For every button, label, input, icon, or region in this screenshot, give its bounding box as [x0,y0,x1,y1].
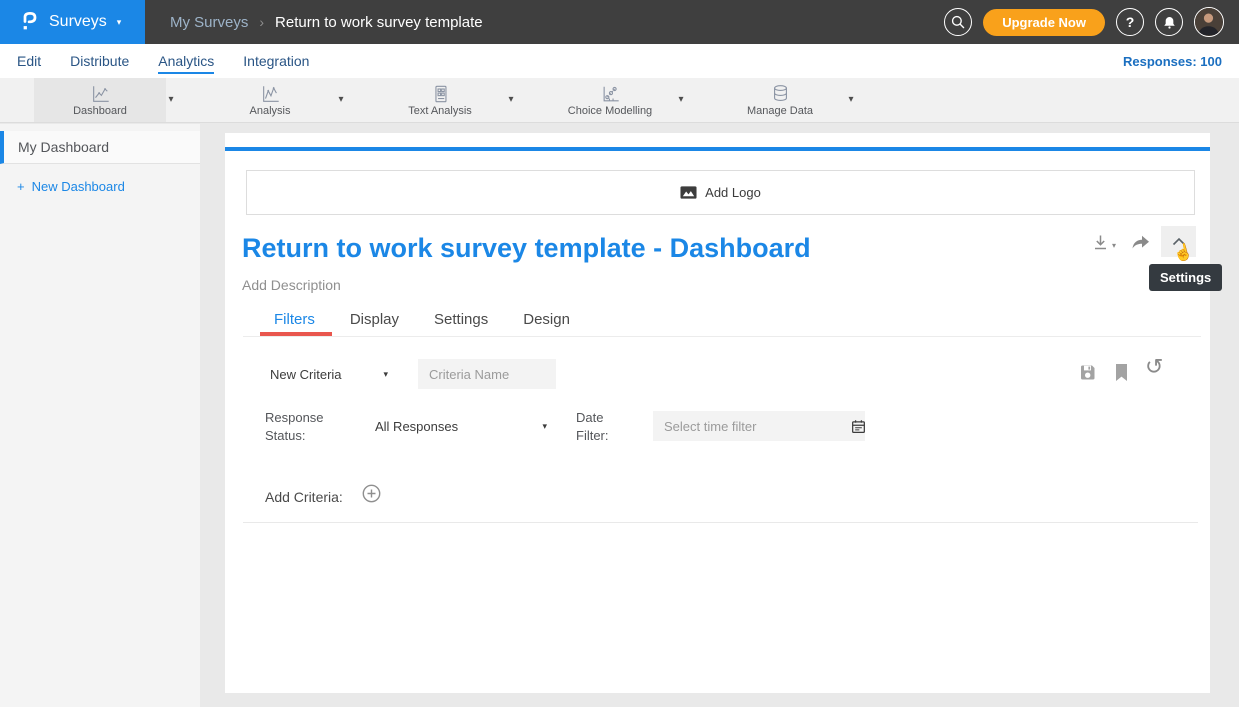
cursor-hand-icon: ☝ [1171,241,1195,265]
tab-edit[interactable]: Edit [17,48,41,74]
response-status-value: All Responses [375,419,458,434]
breadcrumb-my-surveys[interactable]: My Surveys [170,14,248,31]
toolbar-item-dashboard[interactable]: Dashboard [34,78,166,122]
sidebar-item-label: My Dashboard [18,139,109,155]
download-button[interactable]: ▾ [1091,233,1116,252]
response-status-select[interactable]: All Responses ▾ [375,411,547,441]
choice-modelling-menu-caret[interactable]: ▾ [673,90,689,110]
share-arrow-icon [1130,232,1151,251]
search-button[interactable] [944,8,972,36]
question-mark-icon: ? [1126,14,1135,30]
dashboard-chart-icon [90,84,111,104]
page-title[interactable]: Return to work survey template - Dashboa… [242,233,811,264]
toolbar-item-analysis[interactable]: Analysis [204,78,336,122]
add-criteria-label: Add Criteria: [265,488,343,506]
database-icon [770,84,791,104]
panel-accent-bar [225,147,1210,151]
product-label: Surveys [49,13,107,31]
help-button[interactable]: ? [1116,8,1144,36]
responses-count[interactable]: Responses: 100 [1123,54,1222,69]
analytics-toolbar: Dashboard ▾ Analysis ▾ Text Analysis [0,78,1239,123]
search-icon [950,14,966,30]
image-icon [680,185,697,200]
chevron-down-icon: ▾ [542,421,547,432]
tab-display[interactable]: Display [350,311,399,328]
add-logo-button[interactable]: Add Logo [246,170,1195,215]
upgrade-now-button[interactable]: Upgrade Now [983,9,1105,36]
settings-tooltip: Settings [1149,264,1222,291]
save-icon [1078,363,1097,382]
text-analysis-icon [430,84,451,104]
user-avatar[interactable] [1194,7,1224,37]
tab-integration[interactable]: Integration [243,48,309,74]
notifications-button[interactable] [1155,8,1183,36]
bookmark-icon [1114,363,1129,382]
panel-tabs: Filters Display Settings Design [242,311,570,328]
share-button[interactable] [1130,232,1151,251]
text-analysis-menu-caret[interactable]: ▾ [503,90,519,110]
section-divider [243,522,1198,523]
sidebar-item-my-dashboard[interactable]: My Dashboard [0,131,200,164]
response-status-label: Response Status: [265,409,329,445]
breadcrumb: My Surveys › Return to work survey templ… [170,14,483,31]
criteria-type-select[interactable]: New Criteria ▾ [270,359,388,389]
survey-nav: Edit Distribute Analytics Integration Re… [0,44,1239,78]
toolbar-item-label: Manage Data [747,105,813,117]
header-actions: Upgrade Now ? [944,7,1239,37]
tab-settings[interactable]: Settings [434,311,488,328]
save-criteria-button[interactable] [1078,363,1097,382]
dashboard-sidebar: My Dashboard + New Dashboard [0,124,200,707]
criteria-type-value: New Criteria [270,367,342,382]
date-filter-input[interactable] [653,411,851,441]
breadcrumb-current: Return to work survey template [275,14,483,31]
new-dashboard-button[interactable]: + New Dashboard [0,179,200,194]
analysis-chart-icon [260,84,281,104]
toolbar-item-label: Choice Modelling [568,105,652,117]
chevron-down-icon: ▾ [383,369,388,380]
toolbar-item-text-analysis[interactable]: Text Analysis [374,78,506,122]
choice-modelling-icon [600,84,621,104]
download-icon [1091,233,1110,252]
product-switcher[interactable]: Surveys ▾ [0,0,145,44]
tabs-divider [243,336,1201,337]
bookmark-criteria-button[interactable] [1114,363,1129,382]
bell-icon [1162,15,1177,30]
plus-icon: + [17,179,25,194]
new-dashboard-label: New Dashboard [32,179,125,194]
criteria-name-input[interactable] [418,359,556,389]
questionpro-logo-icon [20,10,40,34]
dashboard-menu-caret[interactable]: ▾ [163,90,179,110]
tab-design[interactable]: Design [523,311,570,328]
add-logo-label: Add Logo [705,185,761,200]
breadcrumb-separator-icon: › [259,14,264,30]
tab-filters[interactable]: Filters [274,311,315,328]
date-filter-label: Date Filter: [576,409,620,445]
dashboard-panel: Add Logo Return to work survey template … [225,133,1210,693]
reset-undo-icon: ↺ [1145,355,1163,380]
toolbar-item-label: Dashboard [73,105,127,117]
toolbar-item-label: Analysis [250,105,291,117]
date-filter-field[interactable] [653,411,865,441]
top-header: Surveys ▾ My Surveys › Return to work su… [0,0,1239,44]
tab-analytics[interactable]: Analytics [158,48,214,74]
add-criteria-button[interactable] [361,483,382,504]
tab-distribute[interactable]: Distribute [70,48,129,74]
toolbar-item-choice-modelling[interactable]: Choice Modelling [544,78,676,122]
toolbar-item-manage-data[interactable]: Manage Data [714,78,846,122]
analysis-menu-caret[interactable]: ▾ [333,90,349,110]
toolbar-item-label: Text Analysis [408,105,472,117]
plus-circle-icon [361,483,382,504]
calendar-icon[interactable] [851,419,866,434]
download-options-caret: ▾ [1112,241,1116,250]
chevron-down-icon: ▾ [117,17,122,28]
add-description-placeholder[interactable]: Add Description [242,277,341,293]
manage-data-menu-caret[interactable]: ▾ [843,90,859,110]
reset-criteria-button[interactable]: ↺ [1145,355,1163,380]
